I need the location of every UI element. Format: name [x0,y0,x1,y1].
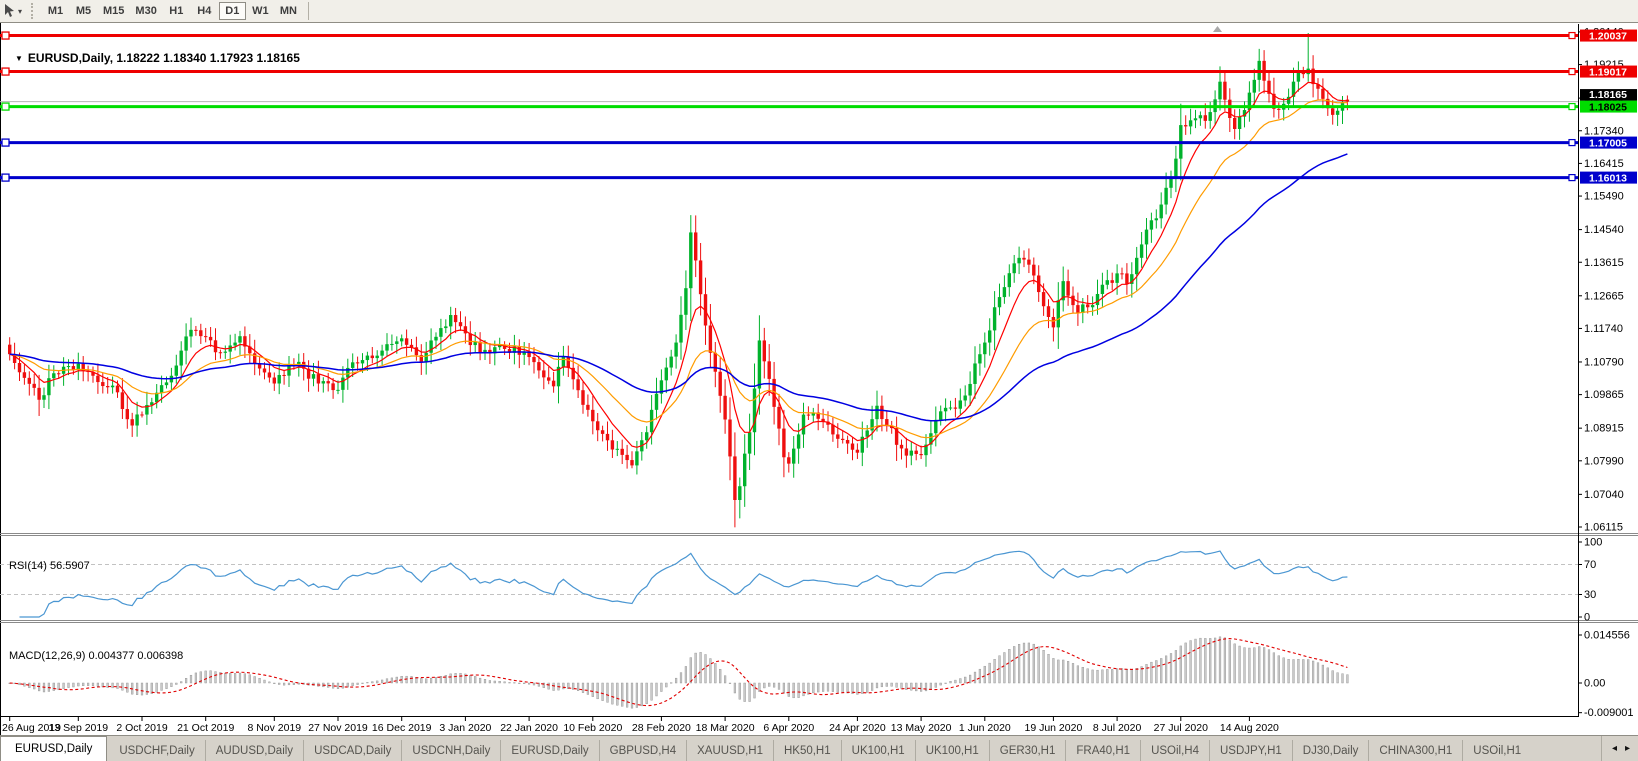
rsi-panel[interactable] [1,559,1579,643]
rsi-indicator-label: RSI(14) 56.5907 [9,560,90,572]
chart-title[interactable]: ▼ EURUSD,Daily, 1.18222 1.18340 1.17923 1… [15,51,300,65]
date-axis[interactable] [1,740,1579,758]
chart-window[interactable]: ▼ EURUSD,Daily, 1.18222 1.18340 1.17923 1… [0,23,1638,735]
macd-panel[interactable] [1,646,1579,739]
chart-menu-caret-icon: ▼ [15,54,23,63]
chart-title-text: EURUSD,Daily, 1.18222 1.18340 1.17923 1.… [28,51,300,65]
price-axis[interactable] [1580,47,1638,739]
macd-indicator-label: MACD(12,26,9) 0.004377 0.006398 [9,650,183,662]
mt4-application: ▾ M1M5M15M30H1H4D1W1MN ▼EURUSD,Daily, 1.… [0,0,1638,761]
svg-text:1.20037: 1.20037 [1589,31,1627,43]
main-chart-panel[interactable] [1,47,1579,556]
scroll-indicator-icon [1213,26,1222,32]
